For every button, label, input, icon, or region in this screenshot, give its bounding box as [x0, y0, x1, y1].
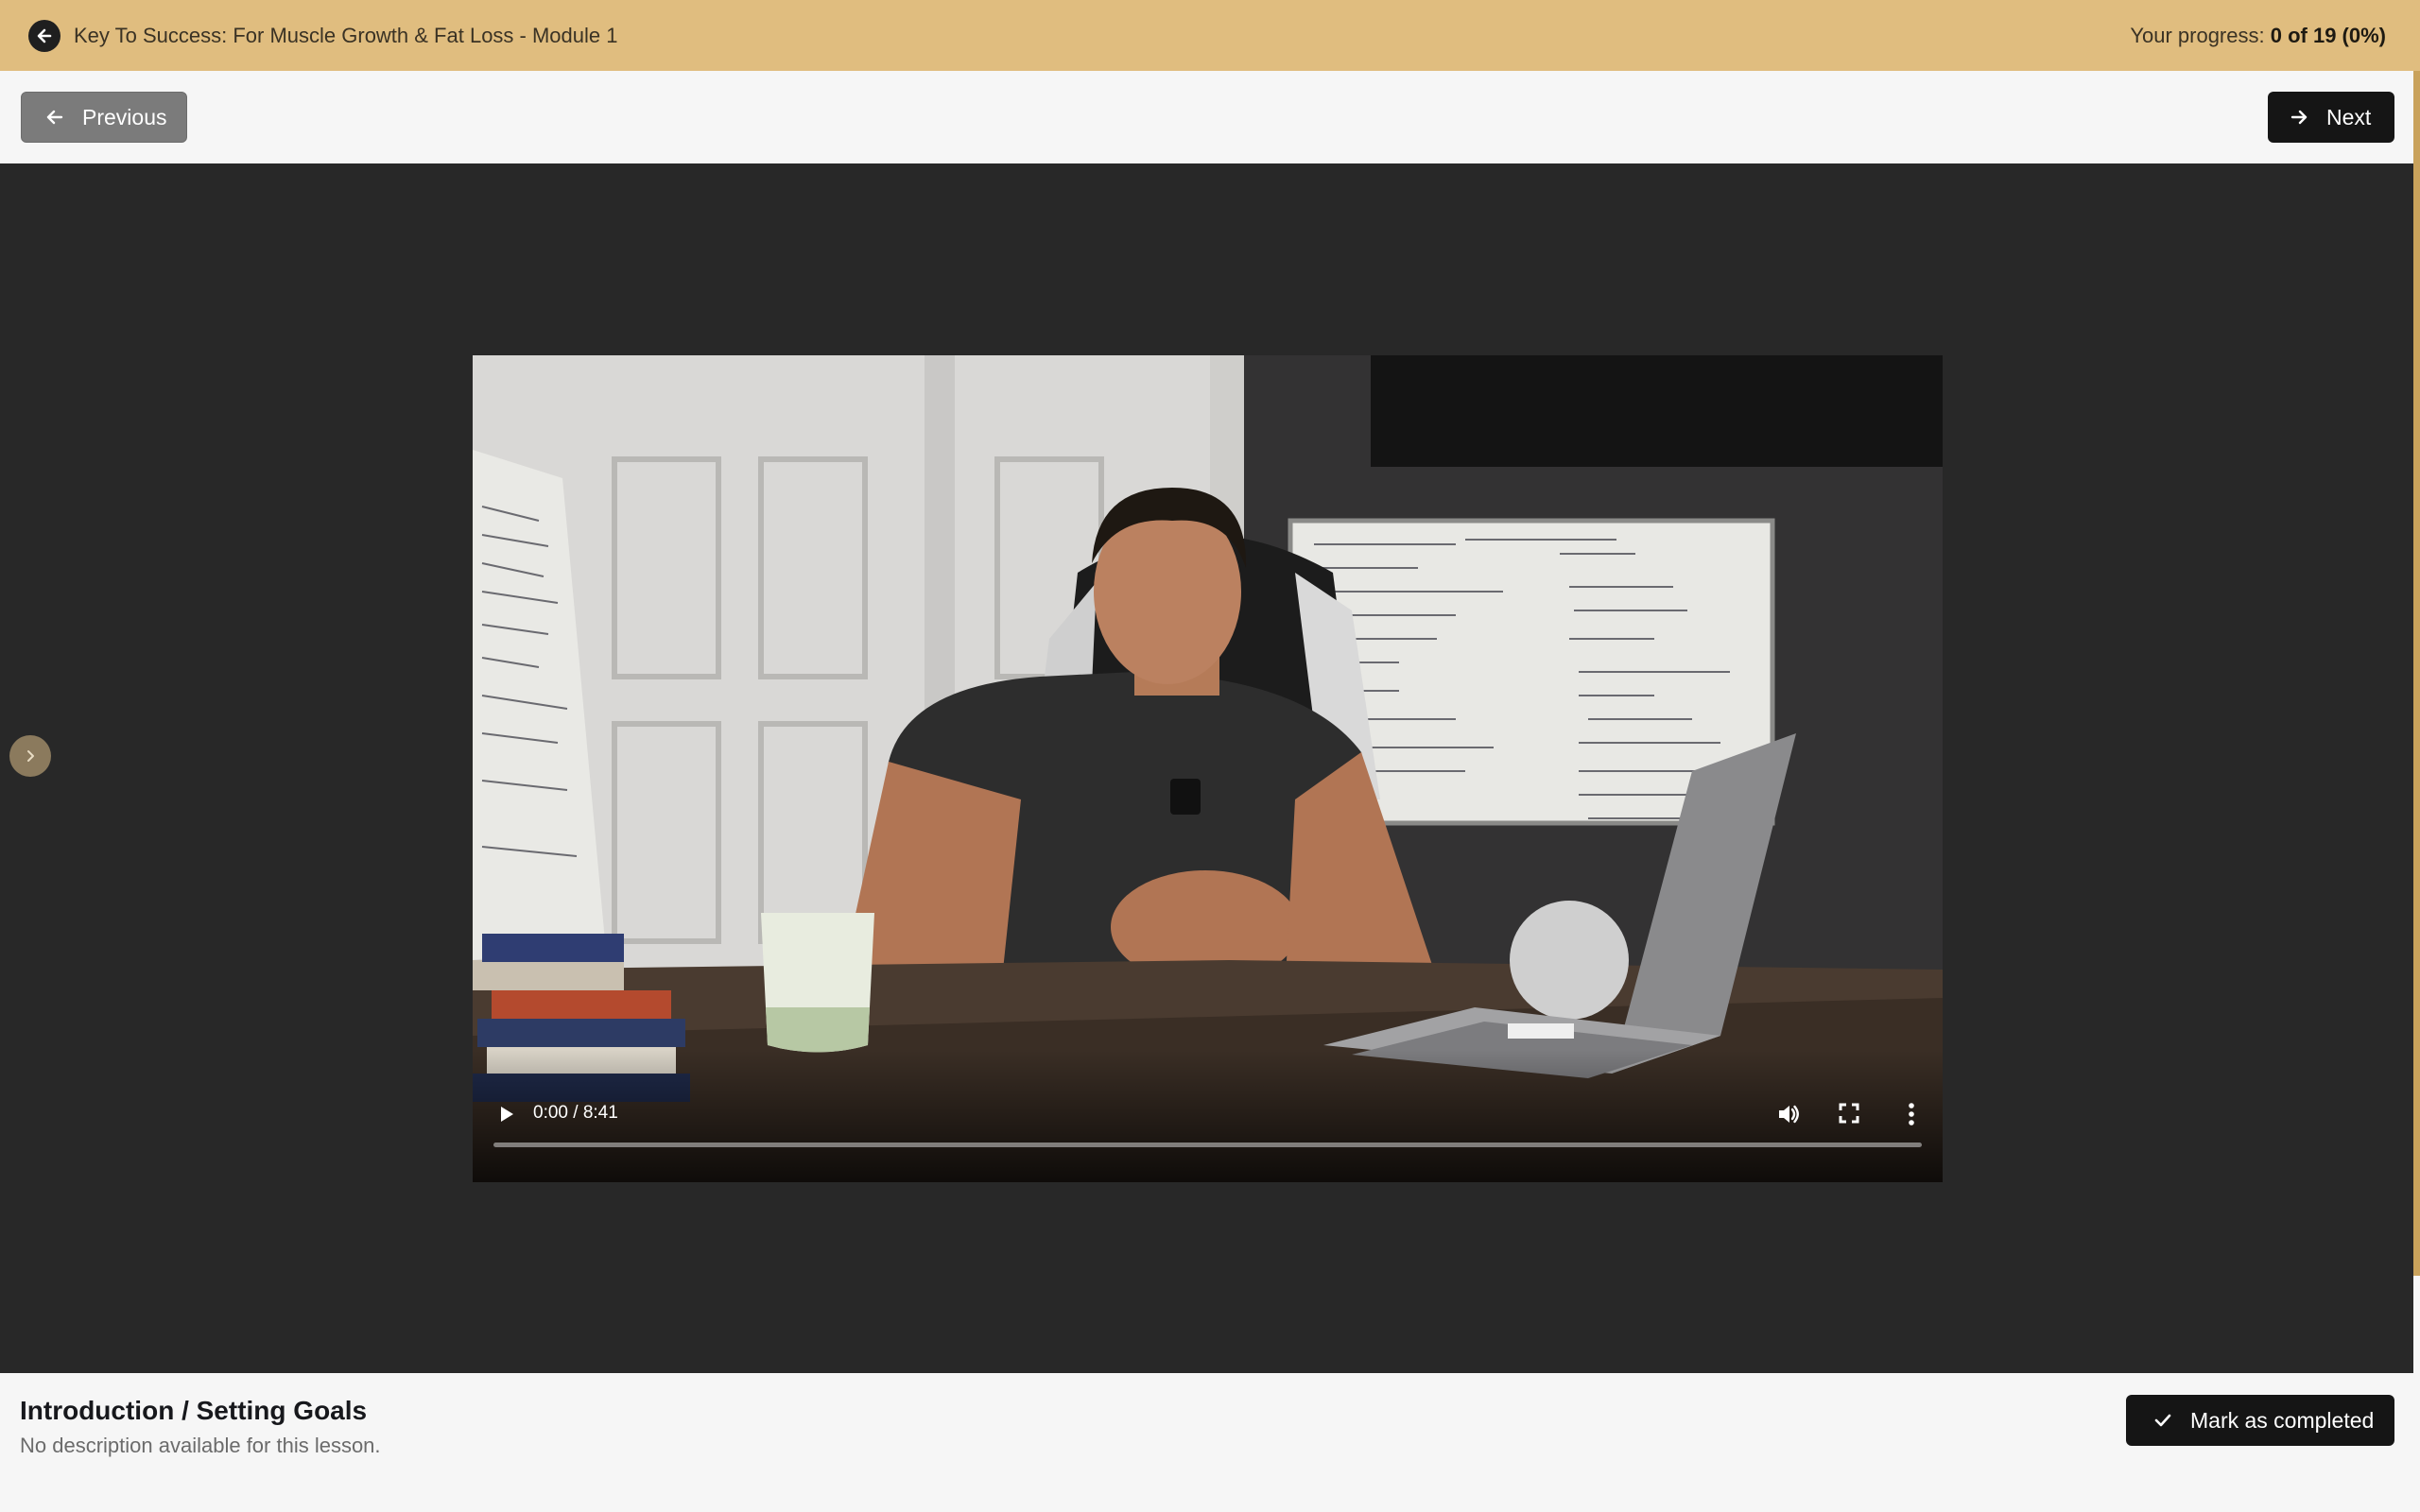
course-title: Key To Success: For Muscle Growth & Fat … [74, 23, 618, 47]
course-header-left: Key To Success: For Muscle Growth & Fat … [28, 19, 618, 52]
video-time-display: 0:00 / 8:41 [533, 1103, 618, 1123]
progress-indicator: Your progress: 0 of 19 (0%) [2130, 24, 2386, 48]
video-player[interactable]: 0:00 / 8:41 [473, 355, 1943, 1182]
page-scrollbar[interactable] [2413, 71, 2420, 1276]
mark-as-completed-button[interactable]: Mark as completed [2126, 1395, 2394, 1446]
next-button-label: Next [2326, 104, 2372, 129]
next-button[interactable]: Next [2268, 92, 2394, 143]
lesson-info-panel: Introduction / Setting Goals No descript… [0, 1373, 2420, 1512]
video-seek-bar[interactable] [493, 1143, 1922, 1147]
sidebar-toggle-button[interactable] [9, 735, 51, 777]
arrow-left-circle-icon[interactable] [28, 19, 60, 52]
fullscreen-icon[interactable] [1837, 1101, 1861, 1130]
chevron-right-icon [27, 750, 34, 762]
arrow-right-icon [2290, 110, 2308, 125]
lesson-title: Introduction / Setting Goals [20, 1396, 368, 1425]
previous-button[interactable]: Previous [21, 92, 187, 143]
previous-button-label: Previous [82, 104, 167, 129]
play-icon[interactable] [493, 1101, 520, 1127]
progress-value: 0 of 19 (0%) [2270, 23, 2386, 47]
mark-as-completed-label: Mark as completed [2190, 1407, 2375, 1433]
course-progress-header: Key To Success: For Muscle Growth & Fat … [0, 0, 2420, 71]
check-icon [2154, 1414, 2171, 1427]
lesson-description: No description available for this lesson… [20, 1434, 381, 1457]
progress-label: Your progress: [2130, 23, 2265, 47]
volume-icon[interactable] [1775, 1101, 1802, 1132]
lesson-navigation-bar: Previous Next [0, 71, 2420, 163]
video-controls: 0:00 / 8:41 [473, 1078, 1943, 1182]
more-vertical-icon[interactable] [1900, 1101, 1923, 1132]
arrow-left-icon [46, 110, 63, 125]
